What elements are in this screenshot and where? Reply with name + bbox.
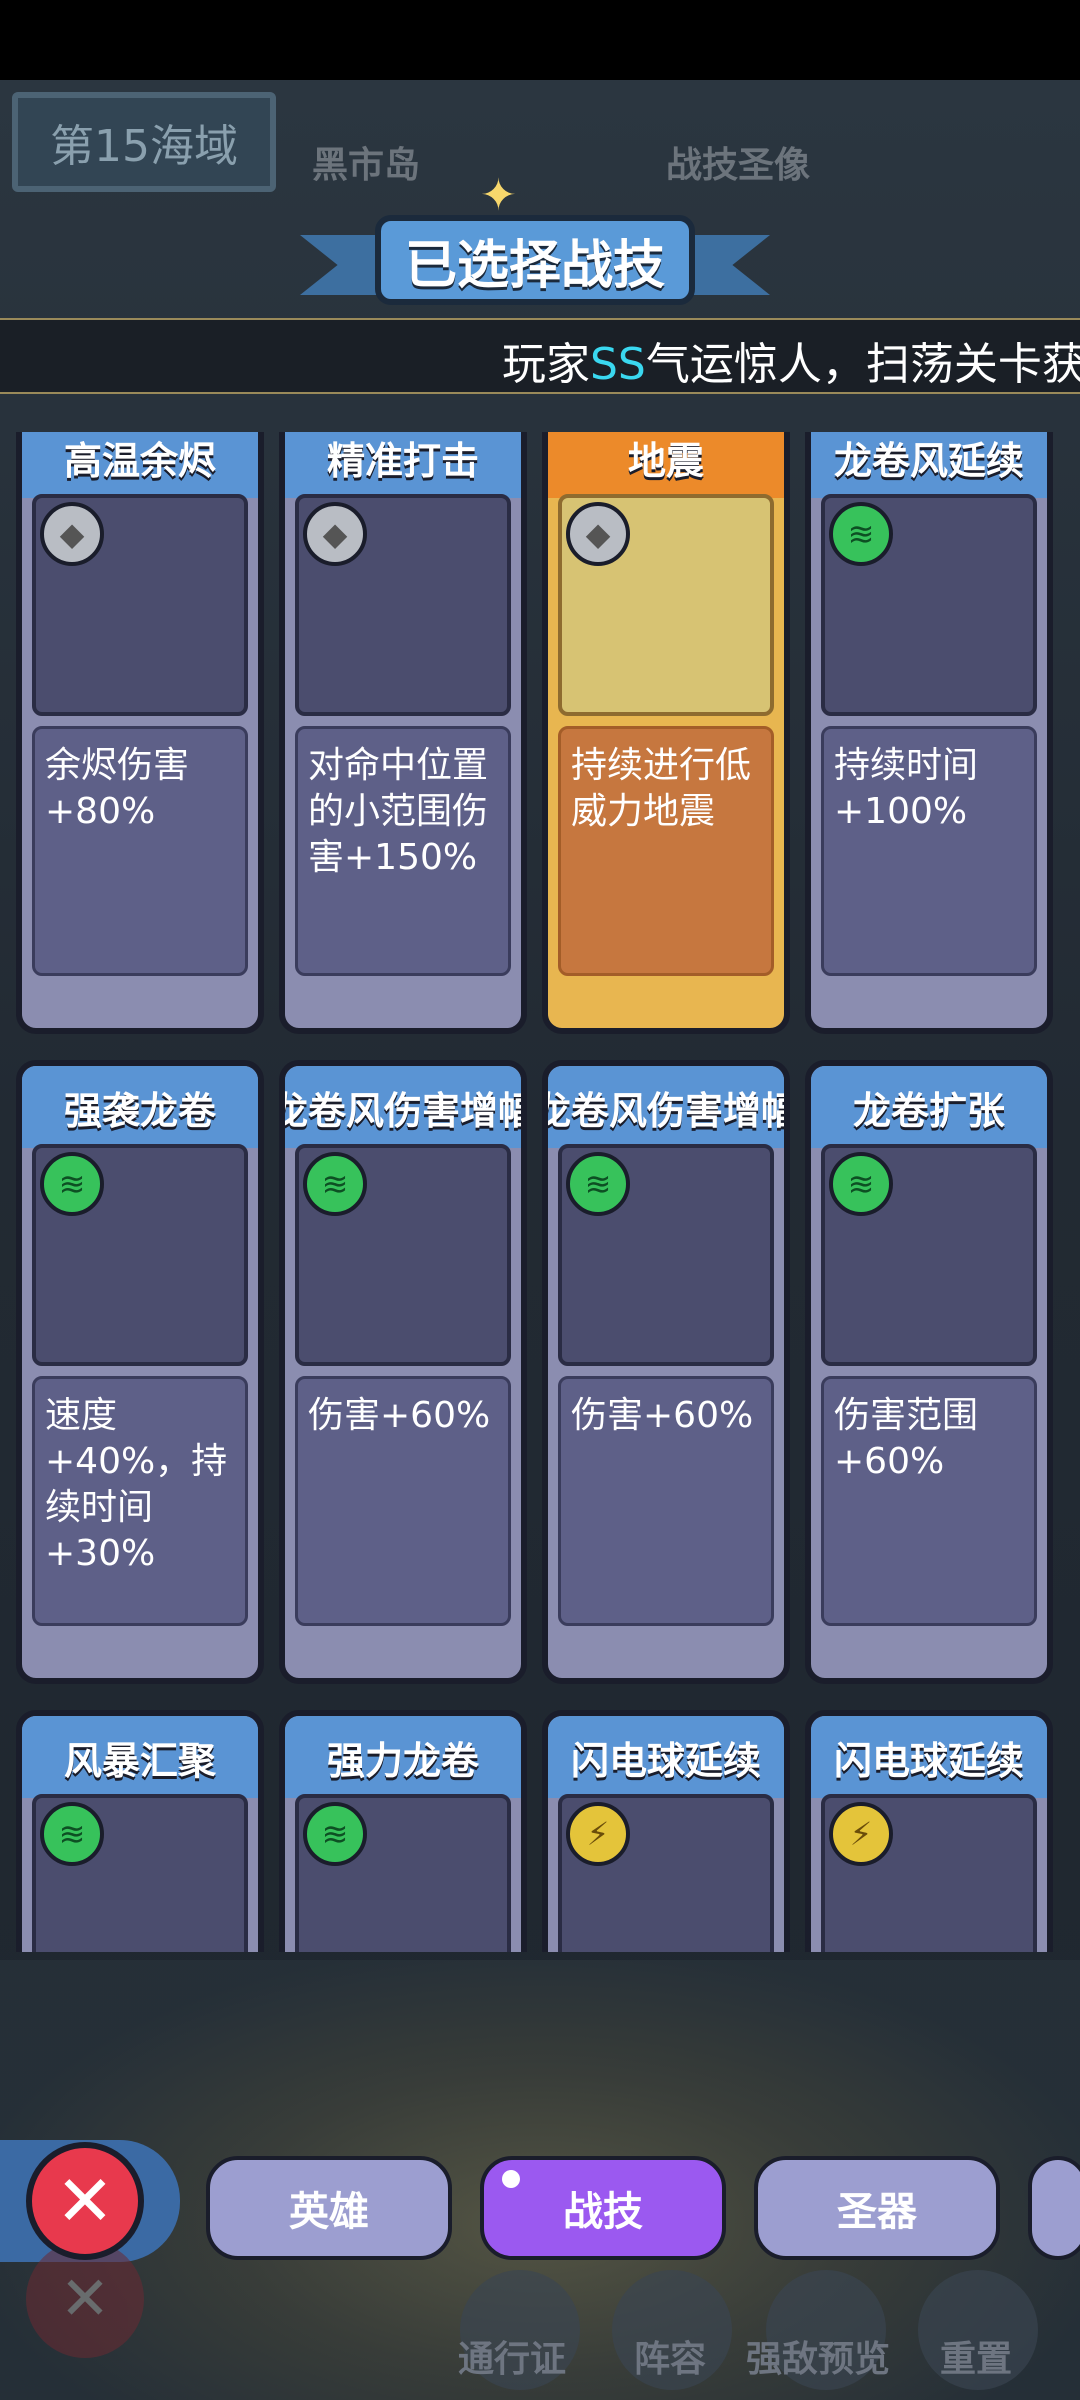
skill-card-title: 闪电球延续 [811,1716,1047,1798]
skill-card-portrait: ≋ [558,1144,774,1366]
skill-card-title: 龙卷风伤害增幅 [548,1066,784,1148]
close-button[interactable]: ✕ [26,2142,144,2260]
skill-card-description: 持续进行低威力地震 [558,726,774,976]
marquee-player-name: SS [590,339,646,390]
skill-card-description: 对命中位置的小范围伤害+150% [295,726,511,976]
nav-label-reset: 重置 [940,2339,1013,2380]
skill-card-portrait: ≋ [32,1794,248,1952]
skill-card-title: 地震 [548,432,784,498]
skill-card-portrait: ⚡ [558,1794,774,1952]
skill-card-title: 风暴汇聚 [22,1716,258,1798]
page-title: 已选择战技 [375,215,695,305]
skill-card-title: 龙卷扩张 [811,1066,1047,1148]
thunder-icon: ⚡ [829,1802,893,1866]
active-dot-icon [502,2170,520,2188]
tab-skills[interactable]: 战技 [480,2156,726,2260]
skill-card[interactable]: 强力龙卷 ≋ [279,1710,527,1952]
island-label-black-market: 黑市岛 [312,145,421,186]
tab-artifacts[interactable]: 圣器 [754,2156,1000,2260]
skill-card[interactable]: 闪电球延续 ⚡ [542,1710,790,1952]
skill-card[interactable]: 龙卷扩张 ≋ 伤害范围+60% [805,1060,1053,1684]
skill-card[interactable]: 精准打击 ◆ 对命中位置的小范围伤害+150% [279,432,527,1034]
marquee-suffix: 气运惊人，扫荡关卡获 [645,339,1080,390]
skill-card-description: 伤害+60% [558,1376,774,1626]
title-banner: 已选择战技 [300,205,770,315]
skill-card[interactable]: 龙卷风延续 ≋ 持续时间+100% [805,432,1053,1034]
tab-heroes[interactable]: 英雄 [206,2156,452,2260]
skill-card-portrait: ≋ [821,494,1037,716]
skill-card[interactable]: 龙卷风伤害增幅≋ 伤害+60% [279,1060,527,1684]
skill-card-portrait: ◆ [295,494,511,716]
rock-icon: ◆ [303,502,367,566]
skill-card-description: 速度+40%，持续时间+30% [32,1376,248,1626]
marquee-text: 玩家SS气运惊人，扫荡关卡获 [502,328,1080,392]
skill-card-title: 强袭龙卷 [22,1066,258,1148]
tab-label: 圣器 [837,2189,917,2235]
skill-card[interactable]: 强袭龙卷 ≋ 速度+40%，持续时间+30% [16,1060,264,1684]
marquee-prefix: 玩家 [502,339,590,390]
skill-card-portrait: ⚡ [821,1794,1037,1952]
skill-card[interactable]: 高温余烬 ◆ 余烬伤害+80% [16,432,264,1034]
skill-card-portrait: ≋ [295,1144,511,1366]
skill-card-portrait: ≋ [32,1144,248,1366]
skill-card-portrait: ≋ [295,1794,511,1952]
skill-card[interactable]: 龙卷风伤害增幅≋ 伤害+60% [542,1060,790,1684]
skill-card-title: 龙卷风伤害增幅 [285,1066,521,1148]
nav-label-lineup: 阵容 [634,2339,707,2380]
skill-card-description: 余烬伤害+80% [32,726,248,976]
wind-icon: ≋ [40,1802,104,1866]
skill-card-description: 伤害范围+60% [821,1376,1037,1626]
wind-icon: ≋ [829,502,893,566]
wind-icon: ≋ [40,1152,104,1216]
close-icon: ✕ [55,2160,115,2242]
nav-label-enemy-preview: 强敌预览 [746,2339,891,2380]
status-bar [0,0,1080,80]
rock-icon: ◆ [40,502,104,566]
rock-icon: ◆ [566,502,630,566]
wind-icon: ≋ [303,1802,367,1866]
skill-card-title: 高温余烬 [22,432,258,498]
skill-card[interactable]: 闪电球延续 ⚡ [805,1710,1053,1952]
nav-label-pass: 通行证 [458,2339,567,2380]
tab-more[interactable] [1028,2156,1080,2260]
wind-icon: ≋ [829,1152,893,1216]
skill-card-portrait: ◆ [32,494,248,716]
skill-card-grid: 高温余烬 ◆ 余烬伤害+80% 精准打击 ◆ 对命中位置的小范围伤害+150% 地震 ◆ 持续进… [16,432,1064,1952]
skill-card-description: 伤害+60% [295,1376,511,1626]
skill-card-title: 强力龙卷 [285,1716,521,1798]
skill-card[interactable]: 地震 ◆ 持续进行低威力地震 [542,432,790,1034]
skill-card-title: 精准打击 [285,432,521,498]
wind-icon: ≋ [566,1152,630,1216]
skill-card-portrait: ◆ [558,494,774,716]
skill-card[interactable]: 风暴汇聚 ≋ [16,1710,264,1952]
thunder-icon: ⚡ [566,1802,630,1866]
skill-card-title: 闪电球延续 [548,1716,784,1798]
sea-region-badge: 第15海域 [12,92,276,192]
wind-icon: ≋ [303,1152,367,1216]
announcement-marquee: 玩家SS气运惊人，扫荡关卡获 [0,318,1080,394]
skill-card-title: 龙卷风延续 [811,432,1047,498]
island-label-skill-statue: 战技圣像 [666,145,811,186]
skill-card-description: 持续时间+100% [821,726,1037,976]
tab-label: 战技 [563,2189,643,2235]
skill-card-portrait: ≋ [821,1144,1037,1366]
tab-label: 英雄 [289,2189,369,2235]
